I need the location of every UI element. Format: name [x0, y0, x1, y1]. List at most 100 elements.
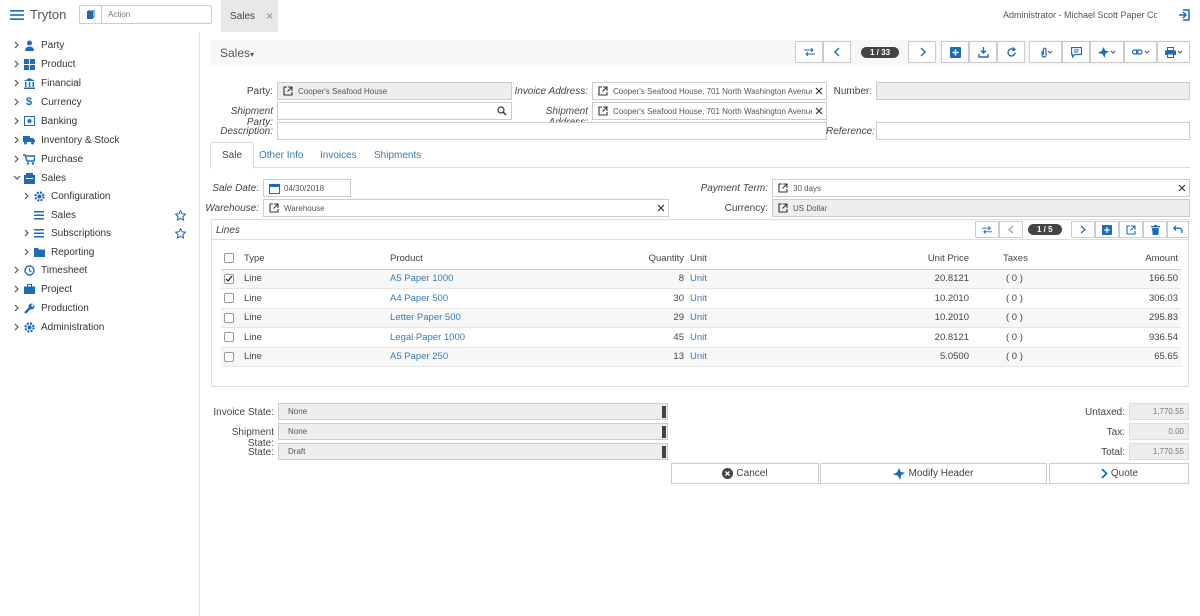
lines-delete-button[interactable]: [1143, 221, 1167, 238]
save-button[interactable]: [969, 41, 997, 63]
star-icon[interactable]: [175, 227, 186, 239]
row-checkbox[interactable]: [224, 293, 234, 304]
table-row[interactable]: Line Legal Paper 1000 45 Unit 20.8121 ( …: [221, 327, 1181, 348]
notes-button[interactable]: [1062, 41, 1090, 63]
sidebar-item-banking[interactable]: Banking: [0, 112, 199, 130]
shipment-address-field[interactable]: Cooper's Seafood House, 701 North Washin…: [592, 102, 827, 120]
row-checkbox[interactable]: [224, 273, 234, 284]
hamburger-menu-icon[interactable]: [10, 9, 24, 21]
cell-unit[interactable]: Unit: [687, 269, 867, 289]
sidebar-item-currency[interactable]: $ Currency: [0, 93, 199, 111]
sidebar-item-sales[interactable]: Sales: [0, 169, 199, 187]
table-row[interactable]: Line A5 Paper 250 13 Unit 5.0500 ( 0 ) 6…: [221, 347, 1181, 367]
cell-unit[interactable]: Unit: [687, 347, 867, 367]
invoice-address-field[interactable]: Cooper's Seafood House, 701 North Washin…: [592, 82, 827, 100]
party-field[interactable]: Cooper's Seafood House: [277, 82, 512, 100]
sidebar-item-product[interactable]: Product: [0, 55, 199, 73]
row-select-cell[interactable]: [221, 347, 241, 367]
col-taxes[interactable]: Taxes: [972, 248, 1037, 270]
cell-product[interactable]: A4 Paper 500: [387, 288, 602, 309]
table-row[interactable]: Line A5 Paper 1000 8 Unit 20.8121 ( 0 ) …: [221, 269, 1181, 289]
state-select[interactable]: Draft: [278, 443, 668, 460]
tab-sales[interactable]: Sales ×: [221, 0, 278, 32]
previous-record-button[interactable]: [823, 41, 851, 63]
sidebar-item-party[interactable]: Party: [0, 36, 199, 54]
table-row[interactable]: Line A4 Paper 500 30 Unit 10.2010 ( 0 ) …: [221, 288, 1181, 309]
clear-icon[interactable]: [812, 87, 826, 95]
cell-product[interactable]: A5 Paper 1000: [387, 269, 602, 289]
cell-unit[interactable]: Unit: [687, 327, 867, 348]
close-tab-icon[interactable]: ×: [266, 9, 273, 23]
clear-icon[interactable]: [654, 204, 668, 212]
invoice-state-select[interactable]: None: [278, 403, 668, 420]
chevron-right-icon[interactable]: [12, 304, 22, 312]
attachment-button[interactable]: [1029, 41, 1062, 63]
sidebar-item-administration[interactable]: Administration: [0, 318, 199, 336]
cell-product[interactable]: A5 Paper 250: [387, 347, 602, 367]
chevron-right-icon[interactable]: [12, 155, 22, 163]
lines-next-button[interactable]: [1071, 221, 1095, 238]
reload-button[interactable]: [997, 41, 1025, 63]
row-select-cell[interactable]: [221, 308, 241, 328]
chevron-right-icon[interactable]: [12, 266, 22, 274]
tab-invoices[interactable]: Invoices: [309, 142, 368, 169]
sidebar-item-financial[interactable]: Financial: [0, 74, 199, 92]
action-search[interactable]: [79, 5, 212, 24]
col-quantity[interactable]: Quantity: [602, 248, 687, 270]
open-record-icon[interactable]: [595, 86, 611, 96]
clear-icon[interactable]: [812, 107, 826, 115]
lines-switch-button[interactable]: [975, 221, 999, 238]
col-type[interactable]: Type: [241, 248, 387, 270]
next-record-button[interactable]: [908, 41, 936, 63]
cancel-button[interactable]: Cancel: [671, 463, 819, 484]
logout-icon[interactable]: [1178, 9, 1191, 21]
sidebar-item-inventory[interactable]: Inventory & Stock: [0, 131, 199, 149]
clear-icon[interactable]: [1175, 184, 1189, 192]
sidebar-item-project[interactable]: Project: [0, 280, 199, 298]
open-record-icon[interactable]: [775, 183, 791, 193]
sidebar-item-purchase[interactable]: Purchase: [0, 150, 199, 168]
tab-other-info[interactable]: Other Info: [248, 142, 314, 169]
col-amount[interactable]: Amount: [1037, 248, 1181, 270]
col-unit-price[interactable]: Unit Price: [867, 248, 972, 270]
chevron-right-icon[interactable]: [22, 248, 32, 256]
action-input[interactable]: [102, 6, 210, 23]
shipment-party-field[interactable]: [277, 102, 512, 120]
open-record-icon[interactable]: [595, 106, 611, 116]
shipment-state-select[interactable]: None: [278, 423, 668, 440]
col-unit[interactable]: Unit: [687, 248, 867, 270]
chevron-right-icon[interactable]: [22, 192, 32, 200]
cell-product[interactable]: Letter Paper 500: [387, 308, 602, 328]
chevron-right-icon[interactable]: [12, 136, 22, 144]
chevron-right-icon[interactable]: [12, 98, 22, 106]
sale-date-field[interactable]: 04/30/2018: [263, 179, 351, 197]
sidebar-item-subscriptions[interactable]: Subscriptions: [0, 224, 199, 242]
currency-field[interactable]: US Dollar: [772, 199, 1190, 217]
lines-open-button[interactable]: [1119, 221, 1143, 238]
chevron-right-icon[interactable]: [22, 229, 32, 237]
chevron-right-icon[interactable]: [12, 60, 22, 68]
row-checkbox[interactable]: [224, 312, 234, 323]
sidebar-item-configuration[interactable]: Configuration: [0, 187, 199, 205]
bookmark-icon[interactable]: [80, 6, 102, 23]
print-button[interactable]: [1157, 41, 1190, 63]
new-record-button[interactable]: [941, 41, 969, 63]
payment-term-field[interactable]: 30 days: [772, 179, 1190, 197]
open-record-icon[interactable]: [775, 203, 791, 213]
row-select-cell[interactable]: [221, 327, 241, 348]
page-title[interactable]: Sales▾: [220, 46, 254, 60]
modify-header-button[interactable]: Modify Header: [820, 463, 1047, 484]
sidebar-item-production[interactable]: Production: [0, 299, 199, 317]
row-checkbox[interactable]: [224, 351, 234, 362]
actions-button[interactable]: [1090, 41, 1124, 63]
col-product[interactable]: Product: [387, 248, 602, 270]
open-record-icon[interactable]: [280, 86, 296, 96]
lines-add-button[interactable]: [1095, 221, 1119, 238]
sidebar-item-sales-list[interactable]: Sales: [0, 206, 199, 224]
switch-view-button[interactable]: [795, 41, 823, 63]
tab-shipments[interactable]: Shipments: [363, 142, 432, 169]
star-icon[interactable]: [175, 209, 186, 221]
cell-unit[interactable]: Unit: [687, 288, 867, 309]
description-field[interactable]: [277, 122, 827, 140]
cell-product[interactable]: Legal Paper 1000: [387, 327, 602, 348]
